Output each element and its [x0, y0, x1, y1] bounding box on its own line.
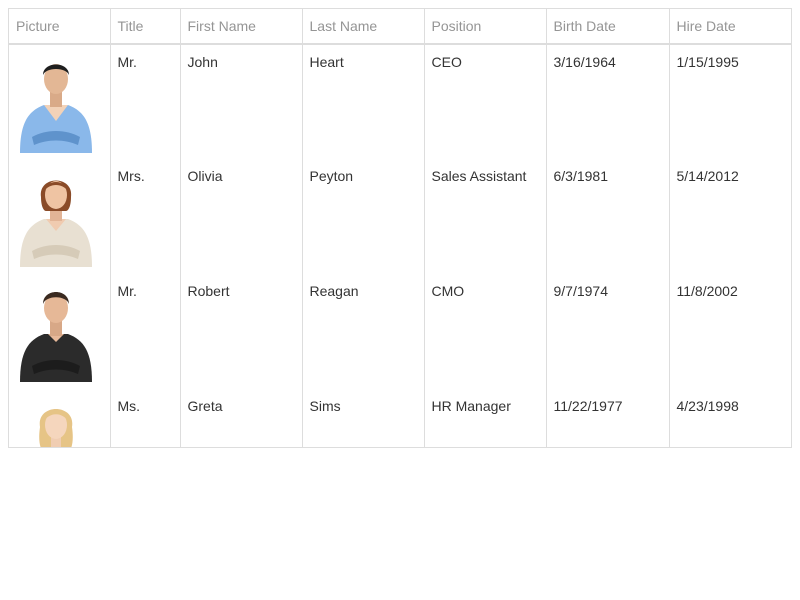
last-name-cell: Sims	[302, 389, 425, 447]
birth-date-cell: 6/3/1981	[546, 159, 670, 274]
employee-photo-robert-reagan	[18, 282, 94, 382]
table-row[interactable]: Mrs. Olivia Peyton Sales Assistant 6/3/1…	[9, 159, 791, 274]
column-header-first-name[interactable]: First Name	[180, 9, 303, 45]
hire-date-cell: 11/8/2002	[676, 283, 738, 299]
title-cell: Mr.	[110, 274, 181, 389]
picture-cell	[9, 389, 111, 447]
employee-photo-olivia-peyton	[18, 167, 94, 267]
birth-date-cell: 9/7/1974	[546, 274, 670, 389]
first-name-cell: Robert	[180, 274, 303, 389]
column-header-title[interactable]: Title	[110, 9, 181, 45]
position-cell: HR Manager	[424, 389, 547, 447]
hire-date-cell: 4/23/1998	[676, 398, 739, 414]
title-cell: Mrs.	[110, 159, 181, 274]
picture-cell	[9, 44, 111, 159]
employee-table: Picture Title First Name Last Name Posit…	[9, 9, 791, 447]
birth-date-cell: 11/22/1977	[546, 389, 670, 447]
picture-cell	[9, 159, 111, 274]
first-name-cell: Greta	[180, 389, 303, 447]
employee-photo-john-heart	[18, 53, 94, 153]
first-name-cell: Olivia	[180, 159, 303, 274]
hire-date-cell: 1/15/1995	[676, 54, 739, 70]
employee-data-grid: Picture Title First Name Last Name Posit…	[8, 8, 792, 448]
column-header-last-name[interactable]: Last Name	[302, 9, 425, 45]
position-cell: CEO	[424, 44, 547, 159]
title-cell: Mr.	[110, 44, 181, 159]
birth-date-cell: 3/16/1964	[546, 44, 670, 159]
position-cell: CMO	[424, 274, 547, 389]
table-row[interactable]: Mr. Robert Reagan CMO 9/7/1974 11/8/2002	[9, 274, 791, 389]
table-row[interactable]: Mr. John Heart CEO 3/16/1964 1/15/1995	[9, 44, 791, 159]
column-header-hire-date[interactable]: Hire Date	[669, 9, 791, 45]
picture-cell	[9, 274, 111, 389]
column-header-birth-date[interactable]: Birth Date	[546, 9, 670, 45]
last-name-cell: Reagan	[302, 274, 425, 389]
hire-date-cell: 5/14/2012	[676, 168, 739, 184]
column-header-picture[interactable]: Picture	[9, 9, 111, 45]
last-name-cell: Peyton	[302, 159, 425, 274]
column-header-position[interactable]: Position	[424, 9, 547, 45]
table-row[interactable]: Ms. Greta Sims HR Manager 11/22/1977 4/2…	[9, 389, 791, 447]
header-row: Picture Title First Name Last Name Posit…	[9, 9, 791, 45]
title-cell: Ms.	[110, 389, 181, 447]
first-name-cell: John	[180, 44, 303, 159]
position-cell: Sales Assistant	[424, 159, 547, 274]
employee-photo-greta-sims	[18, 397, 94, 447]
last-name-cell: Heart	[302, 44, 425, 159]
